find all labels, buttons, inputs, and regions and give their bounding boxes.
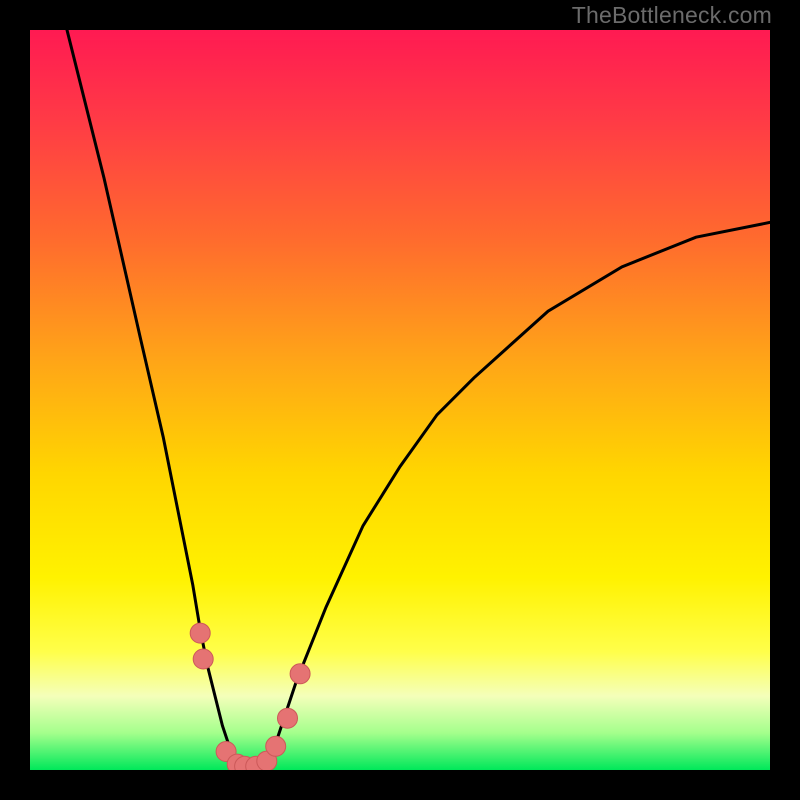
data-point-marker [193, 649, 213, 669]
bottleneck-curve-path [67, 30, 770, 770]
data-point-marker [266, 736, 286, 756]
chart-frame: TheBottleneck.com [0, 0, 800, 800]
data-point-marker [190, 623, 210, 643]
plot-area [30, 30, 770, 770]
bottleneck-curve-chart [30, 30, 770, 770]
watermark-text: TheBottleneck.com [572, 2, 772, 29]
data-point-marker [278, 708, 298, 728]
data-point-marker [290, 664, 310, 684]
